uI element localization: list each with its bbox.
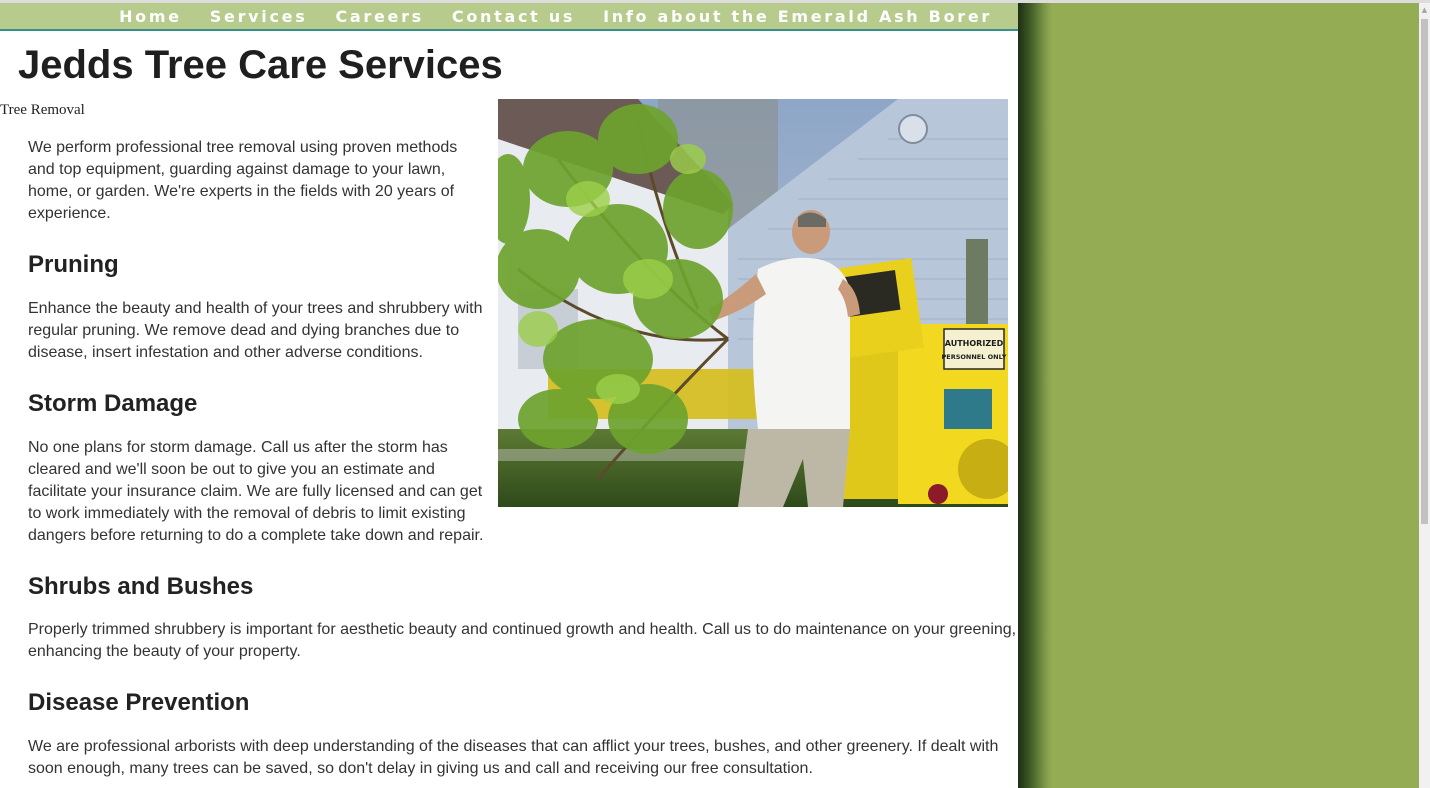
pruning-text: Enhance the beauty and health of your tr… xyxy=(28,300,483,361)
vertical-scrollbar[interactable]: ▲ xyxy=(1419,3,1430,788)
nav-careers[interactable]: Careers xyxy=(335,7,423,26)
scroll-thumb[interactable] xyxy=(1421,19,1428,524)
heading-disease-prevention: Disease Prevention xyxy=(28,689,250,716)
heading-pruning: Pruning xyxy=(28,251,119,278)
nav-services[interactable]: Services xyxy=(210,7,308,26)
shrubs-text: Properly trimmed shrubbery is important … xyxy=(28,621,1017,660)
disease-prevention-text: We are professional arborists with deep … xyxy=(28,738,999,777)
sign-personnel-only: PERSONNEL ONLY xyxy=(942,353,1007,361)
heading-shrubs-and-bushes: Shrubs and Bushes xyxy=(28,573,254,600)
page-shadow xyxy=(1018,3,1052,788)
heading-storm-damage: Storm Damage xyxy=(28,390,198,417)
nav-contact-us[interactable]: Contact us xyxy=(452,7,575,26)
storm-damage-text: No one plans for storm damage. Call us a… xyxy=(28,439,484,544)
nav-home[interactable]: Home xyxy=(119,7,182,26)
top-nav: Home Services Careers Contact us Info ab… xyxy=(0,3,1018,31)
page-title: Jedds Tree Care Services xyxy=(18,43,503,87)
sign-authorized: AUTHORIZED xyxy=(945,339,1004,348)
section-heading-tree-removal: Tree Removal xyxy=(0,102,85,118)
scroll-up-arrow-icon[interactable]: ▲ xyxy=(1419,3,1430,17)
tree-removal-text: We perform professional tree removal usi… xyxy=(28,139,458,222)
content-page: Home Services Careers Contact us Info ab… xyxy=(0,3,1018,788)
tree-chipper-photo: AUTHORIZED PERSONNEL ONLY xyxy=(498,99,1008,507)
nav-emerald-ash-borer[interactable]: Info about the Emerald Ash Borer xyxy=(603,7,992,26)
